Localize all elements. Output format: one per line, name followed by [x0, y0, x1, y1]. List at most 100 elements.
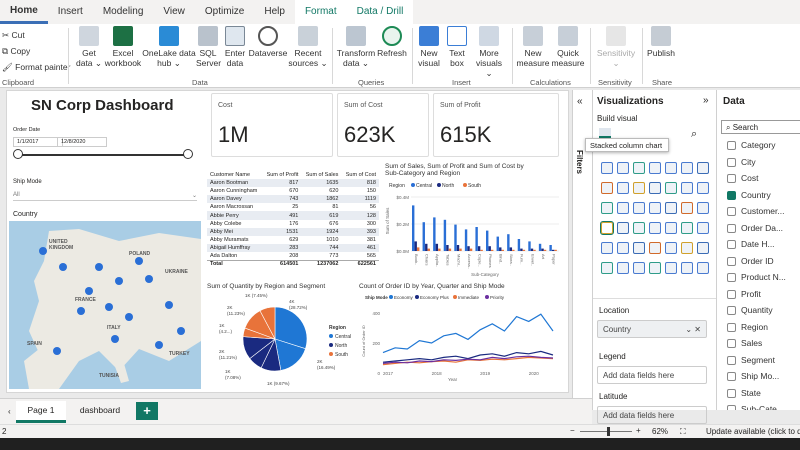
page-nav-left-icon[interactable]: ‹	[8, 407, 11, 416]
bar[interactable]	[412, 205, 415, 251]
field-checkbox[interactable]	[727, 157, 736, 167]
field-item[interactable]: Profit	[741, 289, 761, 299]
legend-well[interactable]: Add data fields here	[597, 366, 707, 384]
field-checkbox[interactable]	[727, 405, 736, 410]
table-row[interactable]: Abby Colebe 176 676 300	[207, 220, 379, 228]
bar[interactable]	[551, 249, 555, 251]
field-item[interactable]: Category	[741, 140, 776, 150]
visual-type-icon[interactable]	[697, 222, 709, 234]
cost-card[interactable]: Cost 1M	[211, 93, 333, 157]
field-item[interactable]: Sub-Cate...	[741, 404, 784, 410]
zoom-slider-track[interactable]	[580, 431, 632, 432]
visual-type-icon[interactable]	[649, 202, 661, 214]
column-header[interactable]: Sum of Cost	[341, 171, 379, 179]
visual-type-icon[interactable]	[665, 202, 677, 214]
legend-entry[interactable]: Central	[416, 183, 432, 189]
visual-type-icon[interactable]	[633, 222, 645, 234]
bar[interactable]	[438, 248, 441, 251]
update-available-link[interactable]: Update available (click to d...	[706, 427, 800, 436]
new-visual-button[interactable]: New visual	[416, 26, 442, 68]
bar[interactable]	[480, 249, 483, 251]
table-row[interactable]: Abbie Perry 491 619 128	[207, 211, 379, 220]
visual-type-icon[interactable]	[649, 242, 661, 254]
visual-type-icon[interactable]	[665, 182, 677, 194]
visual-type-icon[interactable]	[681, 182, 693, 194]
add-page-button[interactable]: +	[136, 402, 158, 420]
bar[interactable]	[469, 248, 473, 251]
column-header[interactable]: Customer Name	[207, 171, 262, 179]
table-row[interactable]: Ada Dalton 208 773 565	[207, 252, 379, 260]
bar[interactable]	[533, 249, 536, 251]
data-search-input[interactable]: ⌕ Search	[721, 120, 800, 134]
pie-chart[interactable]: 4K(28.72%)2K(16.49%)1K (9.67%)1K(7.08%)2…	[205, 293, 355, 389]
bar[interactable]	[446, 245, 449, 251]
bar[interactable]	[522, 249, 526, 251]
bar[interactable]	[448, 248, 452, 251]
ship-mode-dropdown[interactable]: All ⌄	[13, 190, 197, 201]
visual-type-icon[interactable]	[601, 262, 613, 274]
build-visual-tab[interactable]	[599, 128, 611, 138]
visual-type-icon[interactable]	[601, 162, 613, 174]
visual-type-icon[interactable]	[681, 262, 693, 274]
page-tab-page1[interactable]: Page 1	[16, 401, 66, 423]
more-visuals-button[interactable]: More visuals ⌄	[472, 26, 506, 78]
visual-type-icon[interactable]	[681, 202, 693, 214]
sensitivity-button[interactable]: Sensitivity ⌄	[594, 26, 638, 68]
table-row[interactable]: Abby Muramats 629 1010 381	[207, 236, 379, 244]
bar[interactable]	[414, 241, 417, 251]
legend-entry[interactable]: South	[468, 183, 481, 189]
field-checkbox[interactable]	[727, 141, 736, 150]
table-row[interactable]: Aaron Macrossan 25 81 56	[207, 203, 379, 211]
field-item[interactable]: Order Da...	[741, 223, 783, 233]
visual-type-icon[interactable]	[649, 182, 661, 194]
column-header[interactable]: Sum of Profit	[262, 171, 301, 179]
field-checkbox[interactable]	[727, 207, 736, 216]
enter-data-button[interactable]: Enter data	[222, 26, 248, 68]
legend-entry[interactable]: Central	[335, 334, 351, 340]
bar[interactable]	[422, 222, 425, 251]
text-box-button[interactable]: Text box	[444, 26, 470, 68]
tab-help[interactable]: Help	[254, 0, 295, 24]
bar[interactable]	[491, 249, 494, 251]
tab-home[interactable]: Home	[0, 0, 48, 24]
field-checkbox[interactable]	[727, 372, 736, 381]
visual-type-icon[interactable]	[617, 182, 629, 194]
zoom-slider-thumb[interactable]	[607, 427, 610, 436]
recent-sources-button[interactable]: Recent sources ⌄	[288, 26, 328, 68]
legend-entry[interactable]: Economy Plus	[420, 295, 450, 300]
date-slider-start-handle[interactable]	[13, 149, 23, 159]
field-item[interactable]: Country	[741, 190, 771, 200]
visual-type-icon[interactable]	[600, 221, 614, 235]
tab-insert[interactable]: Insert	[48, 0, 93, 24]
transform-data-button[interactable]: Transform data ⌄	[336, 26, 376, 68]
visual-type-icon[interactable]	[697, 162, 709, 174]
country-map[interactable]: UNITED KINGDOM POLAND FRANCE SPAIN UKRAI…	[9, 221, 201, 389]
bar[interactable]	[486, 230, 489, 251]
field-item[interactable]: Date H...	[741, 239, 775, 249]
tab-data-drill[interactable]: Data / Drill	[346, 0, 414, 24]
visual-type-icon[interactable]	[633, 262, 645, 274]
customer-table[interactable]: Customer Name Sum of Profit Sum of Sales…	[207, 171, 379, 279]
field-item[interactable]: Customer...	[741, 206, 784, 216]
tab-optimize[interactable]: Optimize	[195, 0, 254, 24]
visual-type-icon[interactable]	[681, 162, 693, 174]
new-measure-button[interactable]: New measure	[516, 26, 550, 68]
visual-type-icon[interactable]	[681, 222, 693, 234]
sum-of-cost-card[interactable]: Sum of Cost 623K	[337, 93, 429, 157]
line-chart[interactable]: Ship Mode Economy Economy Plus Immediate Pri…	[357, 291, 563, 391]
visual-type-icon[interactable]	[617, 162, 629, 174]
field-item[interactable]: Cost	[741, 173, 758, 183]
visual-type-icon[interactable]	[601, 202, 613, 214]
excel-workbook-button[interactable]: Excel workbook	[104, 26, 142, 68]
visual-type-icon[interactable]	[649, 222, 661, 234]
field-item[interactable]: Region	[741, 322, 768, 332]
copy-button[interactable]: ⧉ Copy	[2, 46, 30, 57]
bar[interactable]	[433, 217, 436, 251]
field-item[interactable]: Ship Mo...	[741, 371, 779, 381]
bar[interactable]	[507, 234, 510, 251]
quick-measure-button[interactable]: Quick measure	[550, 26, 586, 68]
bar[interactable]	[538, 243, 542, 251]
sql-server-button[interactable]: SQL Server	[196, 26, 221, 68]
field-item[interactable]: Sales	[741, 338, 762, 348]
field-checkbox[interactable]	[727, 355, 736, 365]
